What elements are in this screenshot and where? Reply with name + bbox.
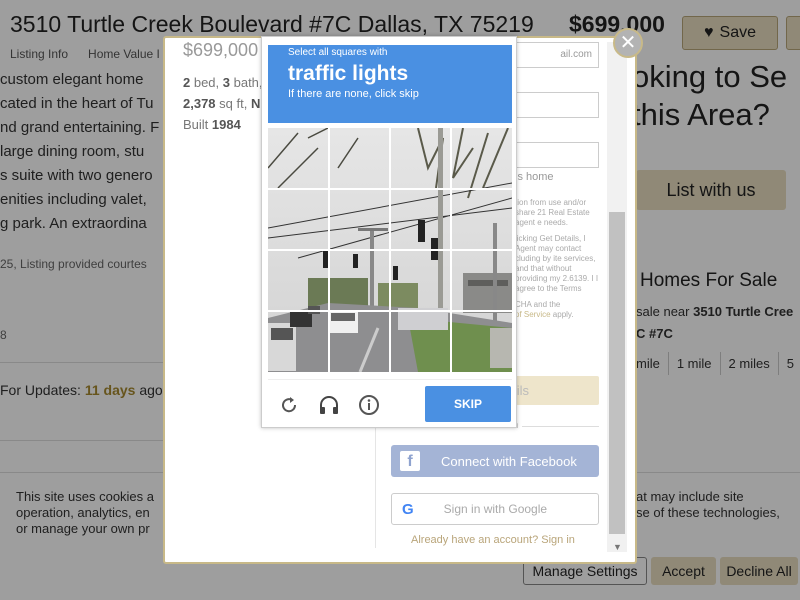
- captcha-footer: SKIP: [268, 379, 512, 423]
- captcha-instruction: Select all squares with: [288, 47, 388, 58]
- captcha-cell[interactable]: [451, 250, 512, 311]
- close-icon: ✕: [619, 32, 637, 54]
- captcha-image-grid: [268, 128, 512, 372]
- captcha-cell[interactable]: [329, 250, 390, 311]
- baths-count: 3: [222, 75, 230, 90]
- sign-in-link[interactable]: Already have an account? Sign in: [411, 534, 575, 546]
- captcha-header: Select all squares with traffic lights I…: [268, 45, 512, 123]
- info-icon[interactable]: [358, 394, 380, 416]
- scrollbar-thumb[interactable]: [609, 212, 625, 534]
- captcha-hint: If there are none, click skip: [288, 88, 419, 100]
- captcha-cell[interactable]: [390, 250, 451, 311]
- captcha-cell[interactable]: [329, 128, 390, 189]
- sign-in-google-button[interactable]: G Sign in with Google: [391, 493, 599, 525]
- modal-sqft: 2,378 sq ft, N: [183, 93, 263, 114]
- disclaimer-text-part: CHA and the: [515, 300, 561, 309]
- reload-icon[interactable]: [278, 394, 300, 416]
- disclaimer-text-part: apply.: [550, 310, 574, 319]
- email-placeholder: ail.com: [560, 49, 592, 60]
- about-home-label: is home: [515, 171, 554, 183]
- google-label: Sign in with Google: [443, 502, 548, 516]
- captcha-challenge: Select all squares with traffic lights I…: [261, 36, 517, 428]
- disclaimer-text: tion from use and/or share 21 Real Estat…: [515, 198, 590, 227]
- built-label: Built: [183, 117, 212, 132]
- modal-built: Built 1984: [183, 114, 263, 135]
- captcha-cell[interactable]: [329, 311, 390, 372]
- captcha-cell[interactable]: [268, 189, 329, 250]
- captcha-cell[interactable]: [268, 250, 329, 311]
- scroll-down-arrow-icon[interactable]: ▼: [613, 542, 622, 552]
- captcha-cell[interactable]: [451, 189, 512, 250]
- facebook-label: Connect with Facebook: [441, 453, 577, 469]
- captcha-cell[interactable]: [390, 311, 451, 372]
- sqft-value: 2,378: [183, 96, 216, 111]
- captcha-cell[interactable]: [390, 128, 451, 189]
- captcha-target: traffic lights: [288, 62, 409, 85]
- captcha-skip-button[interactable]: SKIP: [425, 386, 511, 422]
- built-year: 1984: [211, 117, 241, 132]
- google-icon: G: [402, 500, 414, 518]
- headphones-icon[interactable]: [318, 394, 340, 416]
- baths-label: bath,: [230, 75, 263, 90]
- captcha-cell[interactable]: [451, 128, 512, 189]
- close-modal-button[interactable]: ✕: [613, 28, 643, 58]
- beds-label: bed,: [190, 75, 223, 90]
- connect-facebook-button[interactable]: f Connect with Facebook: [391, 445, 599, 477]
- disclaimer-text: licking Get Details, I Agent may contact…: [515, 234, 599, 293]
- disclaimer-text: CHA and the of Service apply.: [515, 300, 605, 320]
- contact-disclaimer: tion from use and/or share 21 Real Estat…: [515, 198, 605, 320]
- sqft-label: sq ft,: [215, 96, 251, 111]
- captcha-cell[interactable]: [329, 189, 390, 250]
- terms-link[interactable]: of Service: [515, 310, 551, 319]
- modal-beds-baths: 2 bed, 3 bath,: [183, 72, 263, 93]
- sqft-tail: N: [250, 96, 261, 111]
- modal-scrollbar[interactable]: ▼: [607, 42, 627, 552]
- captcha-cell[interactable]: [451, 311, 512, 372]
- modal-facts: 2 bed, 3 bath, 2,378 sq ft, N Built 1984: [183, 72, 263, 135]
- captcha-cell[interactable]: [390, 189, 451, 250]
- captcha-cell[interactable]: [268, 311, 329, 372]
- modal-price: $699,000: [183, 40, 259, 60]
- captcha-cell[interactable]: [268, 128, 329, 189]
- facebook-icon: f: [400, 451, 420, 471]
